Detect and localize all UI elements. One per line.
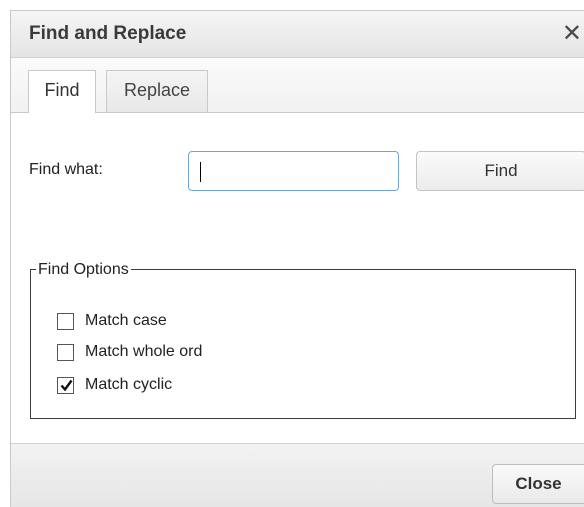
find-options-legend: Find Options bbox=[36, 261, 131, 279]
match-case-checkbox[interactable] bbox=[57, 313, 74, 330]
dialog-titlebar[interactable]: Find and Replace ✕ bbox=[11, 11, 584, 58]
close-button[interactable]: Close bbox=[492, 464, 584, 504]
find-what-label: Find what: bbox=[29, 161, 103, 178]
find-what-input[interactable] bbox=[188, 151, 399, 191]
close-icon[interactable]: ✕ bbox=[562, 20, 582, 46]
match-whole-word-label: Match whole ord bbox=[85, 343, 203, 360]
match-case-label: Match case bbox=[85, 312, 167, 329]
checkmark-icon bbox=[60, 379, 73, 392]
dialog-footer: Close bbox=[11, 443, 584, 507]
find-button[interactable]: Find bbox=[416, 151, 584, 191]
text-cursor bbox=[200, 162, 201, 182]
match-whole-word-checkbox[interactable] bbox=[57, 344, 74, 361]
tab-find[interactable]: Find bbox=[28, 70, 96, 113]
tab-replace[interactable]: Replace bbox=[106, 70, 208, 112]
tab-strip: Find Replace bbox=[11, 58, 584, 113]
dialog-title: Find and Replace bbox=[29, 23, 187, 44]
find-replace-dialog: Find and Replace ✕ Find Replace Find wha… bbox=[10, 10, 584, 507]
match-cyclic-checkbox[interactable] bbox=[57, 377, 74, 394]
match-cyclic-label: Match cyclic bbox=[85, 376, 173, 393]
